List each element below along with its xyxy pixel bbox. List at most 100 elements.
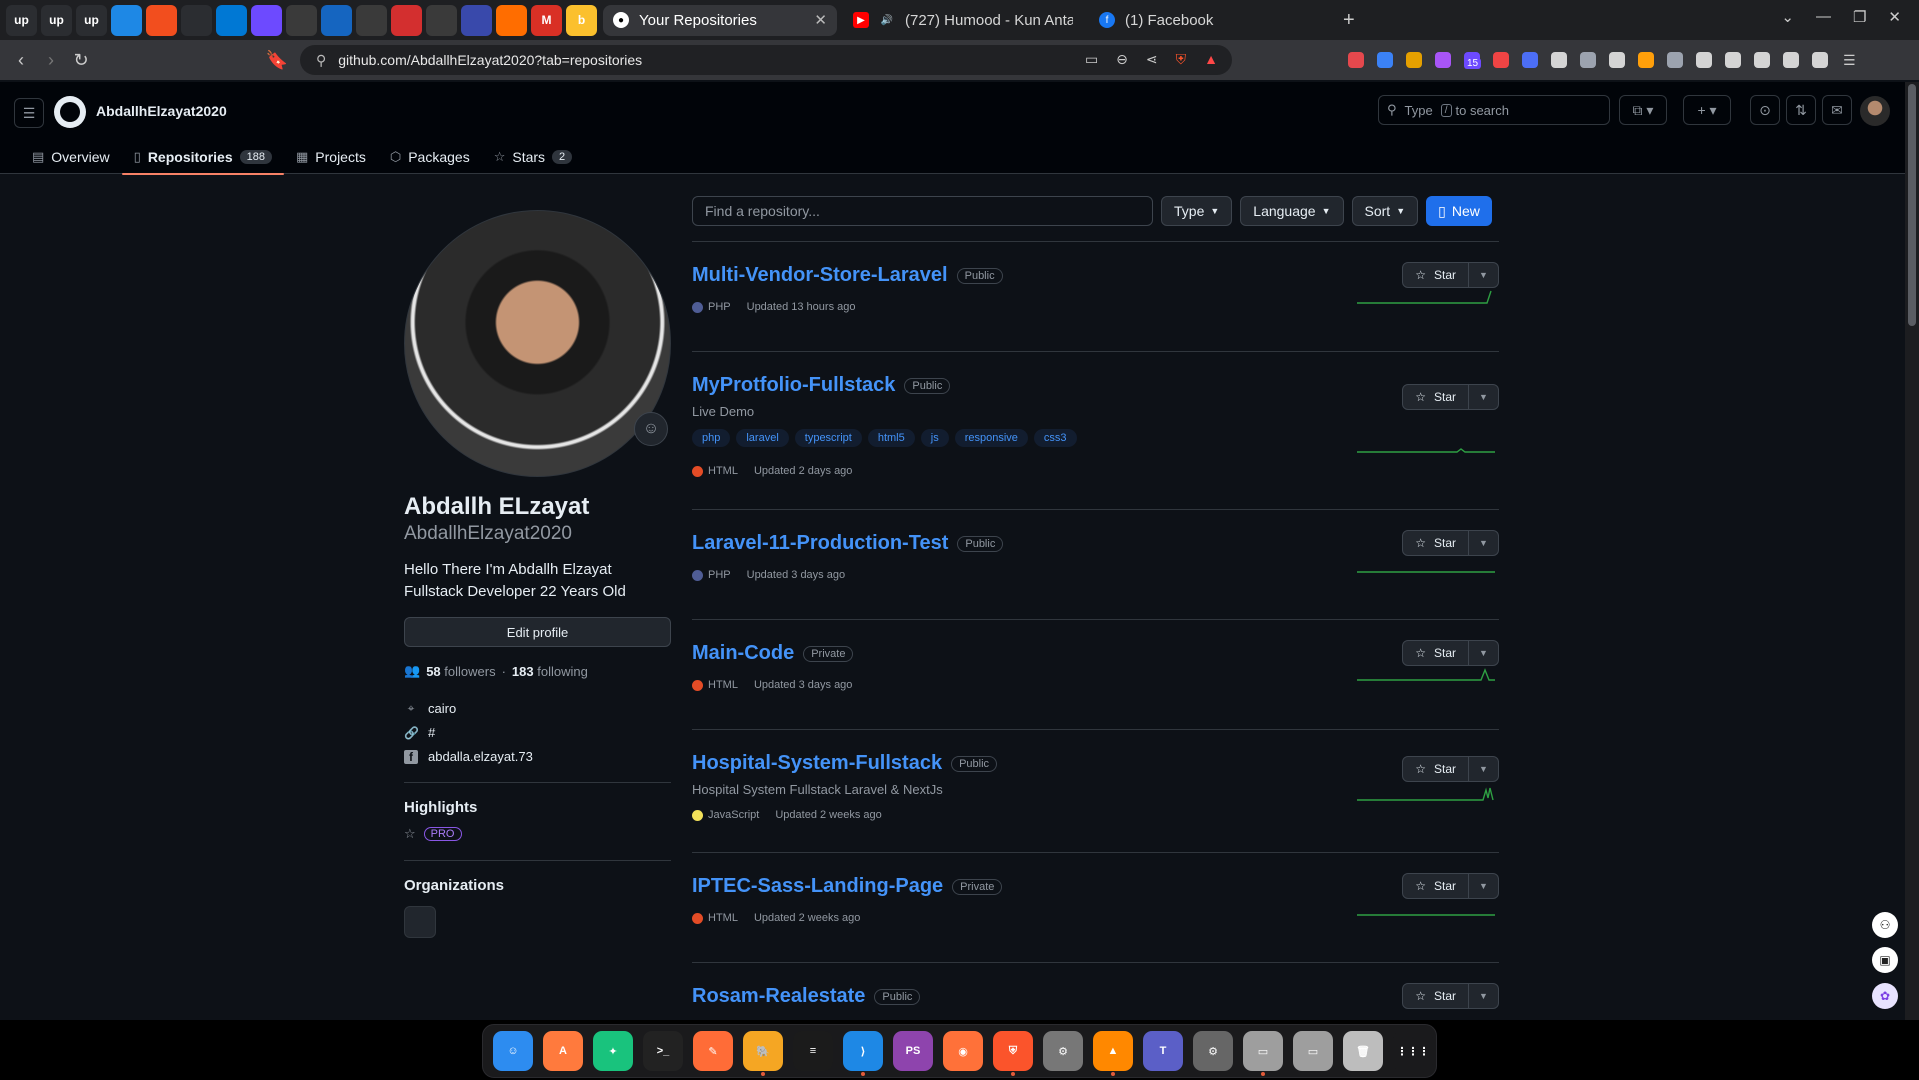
star-list-dropdown[interactable]: ▼ <box>1469 756 1499 782</box>
repository-link[interactable]: IPTEC-Sass-Landing-Page <box>692 875 943 898</box>
gmail-icon[interactable]: M <box>531 4 562 36</box>
browser-menu-icon[interactable]: ☰ <box>1843 52 1856 68</box>
outlook-icon[interactable] <box>216 4 247 36</box>
topic-tag[interactable]: laravel <box>736 429 789 447</box>
circle-app-icon[interactable] <box>111 4 142 36</box>
star-button[interactable]: ☆ Star <box>1402 530 1469 556</box>
topic-tag[interactable]: responsive <box>954 429 1028 447</box>
new-tab-button[interactable]: + <box>1343 9 1355 32</box>
fire-icon[interactable] <box>496 4 527 36</box>
pull-requests-button[interactable]: ⇅ <box>1786 95 1816 125</box>
create-new-button[interactable]: + ▾ <box>1683 95 1731 125</box>
extension-grid-icon[interactable] <box>1406 52 1422 68</box>
figma-icon[interactable] <box>146 4 177 36</box>
notion-icon[interactable] <box>356 4 387 36</box>
copilot-button[interactable]: ⧉ ▾ <box>1619 95 1667 125</box>
apps-grid-icon[interactable]: ⋮⋮⋮ <box>1393 1031 1433 1071</box>
new-repository-button[interactable]: ▯ New <box>1426 196 1492 226</box>
search-input[interactable]: ⚲ Type / to search <box>1378 95 1610 125</box>
maximize-icon[interactable]: ❐ <box>1853 8 1866 26</box>
close-icon[interactable]: ✕ <box>814 11 827 29</box>
address-bar[interactable]: ⚲ github.com/AbdallhElzayat2020?tab=repo… <box>300 45 1232 75</box>
openai-icon[interactable] <box>426 4 457 36</box>
close-icon[interactable]: ✕ <box>1888 8 1901 26</box>
star-button[interactable]: ☆ Star <box>1402 384 1469 410</box>
translate-icon[interactable]: ⚇ <box>1872 912 1898 938</box>
zoom-icon[interactable]: ⊖ <box>1116 51 1128 68</box>
repository-link[interactable]: Rosam-Realestate <box>692 985 865 1008</box>
terminal-icon[interactable]: >_ <box>643 1031 683 1071</box>
site-info-icon[interactable]: ⚲ <box>316 52 326 69</box>
scrollbar-thumb[interactable] <box>1908 84 1916 326</box>
tab-facebook[interactable]: f (1) Facebook <box>1089 5 1329 36</box>
tab-projects[interactable]: ▦ Projects <box>284 140 378 174</box>
topic-tag[interactable]: php <box>692 429 731 447</box>
share-icon[interactable]: ⋖ <box>1146 51 1158 68</box>
star-button[interactable]: ☆ Star <box>1402 262 1469 288</box>
topic-tag[interactable]: html5 <box>867 429 915 447</box>
star-list-dropdown[interactable]: ▼ <box>1469 262 1499 288</box>
star-list-dropdown[interactable]: ▼ <box>1469 873 1499 899</box>
flag-icon[interactable] <box>391 4 422 36</box>
github-logo-icon[interactable] <box>54 96 86 128</box>
topic-tag[interactable]: css3 <box>1033 429 1077 447</box>
facebook-link[interactable]: abdalla.elzayat.73 <box>428 749 533 764</box>
issues-button[interactable]: ⊙ <box>1750 95 1780 125</box>
star-button[interactable]: ☆ Star <box>1402 983 1469 1009</box>
website-link[interactable]: # <box>428 725 435 740</box>
repository-link[interactable]: Multi-Vendor-Store-Laravel <box>692 264 948 287</box>
postman-icon[interactable]: ✎ <box>693 1031 733 1071</box>
finder-icon[interactable]: ☺ <box>493 1031 533 1071</box>
tab-your-repositories[interactable]: ● Your Repositories ✕ <box>603 4 837 36</box>
bookmark-icon[interactable]: 🔖 <box>262 50 292 71</box>
github-icon[interactable] <box>181 4 212 36</box>
settings-icon[interactable]: ⚙ <box>1043 1031 1083 1071</box>
sidebar-icon[interactable] <box>1754 52 1770 68</box>
vscode-icon[interactable]: ⟩ <box>843 1031 883 1076</box>
menu-icon[interactable]: ☰ <box>14 98 44 128</box>
profile-avatar[interactable]: ☺ <box>404 210 671 477</box>
following-link[interactable]: 183 following <box>512 664 588 679</box>
star-button[interactable]: ☆ Star <box>1402 640 1469 666</box>
header-username[interactable]: AbdallhElzayat2020 <box>96 103 227 119</box>
reader-icon[interactable]: ▣ <box>1872 947 1898 973</box>
function-icon[interactable] <box>1609 52 1625 68</box>
edit-profile-button[interactable]: Edit profile <box>404 617 671 647</box>
smiley-icon[interactable]: ☺ <box>634 412 668 446</box>
extension-orb-icon[interactable] <box>1435 52 1451 68</box>
back-icon[interactable]: ‹ <box>6 50 36 71</box>
extension-shield-icon[interactable] <box>1522 52 1538 68</box>
music-icon[interactable] <box>1696 52 1712 68</box>
extension-badge-icon[interactable]: 15 <box>1464 52 1482 69</box>
upwork-icon[interactable]: up <box>41 4 72 36</box>
tableplus-icon[interactable]: 🐘 <box>743 1031 783 1076</box>
tab-packages[interactable]: ⬡ Packages <box>378 140 482 174</box>
reload-icon[interactable]: ↻ <box>66 50 96 71</box>
color-wheel-icon[interactable] <box>1638 52 1654 68</box>
repository-link[interactable]: MyProtfolio-Fullstack <box>692 374 895 397</box>
cast-icon[interactable]: ▭ <box>1085 51 1098 68</box>
phpstorm-icon[interactable]: PS <box>893 1031 933 1071</box>
database-icon[interactable] <box>321 4 352 36</box>
sparkle-icon[interactable] <box>1812 52 1828 68</box>
star-list-dropdown[interactable]: ▼ <box>1469 983 1499 1009</box>
brave-rewards-icon[interactable]: ▲ <box>1204 51 1218 68</box>
disk-icon[interactable]: ▭ <box>1293 1031 1333 1071</box>
firefox-icon[interactable]: ◉ <box>943 1031 983 1071</box>
upwork-icon[interactable]: up <box>76 4 107 36</box>
type-filter-button[interactable]: Type ▼ <box>1161 196 1233 226</box>
tab-stars[interactable]: ☆ Stars 2 <box>482 140 584 174</box>
topic-tag[interactable]: js <box>920 429 949 447</box>
tab-youtube[interactable]: ▶ 🔊 (727) Humood - Kun Anta <box>843 5 1083 36</box>
sort-filter-button[interactable]: Sort ▼ <box>1351 196 1419 226</box>
extension-f-icon[interactable] <box>1377 52 1393 68</box>
trash-icon[interactable]: 🗑 <box>1343 1031 1383 1071</box>
b-icon[interactable]: b <box>566 4 597 36</box>
topic-tag[interactable]: typescript <box>794 429 862 447</box>
vlc-icon[interactable]: ▲ <box>1093 1031 1133 1076</box>
teams-icon[interactable]: T <box>1143 1031 1183 1071</box>
organization-avatar[interactable] <box>404 906 436 938</box>
star-list-dropdown[interactable]: ▼ <box>1469 384 1499 410</box>
star-list-dropdown[interactable]: ▼ <box>1469 640 1499 666</box>
proton-icon[interactable] <box>251 4 282 36</box>
